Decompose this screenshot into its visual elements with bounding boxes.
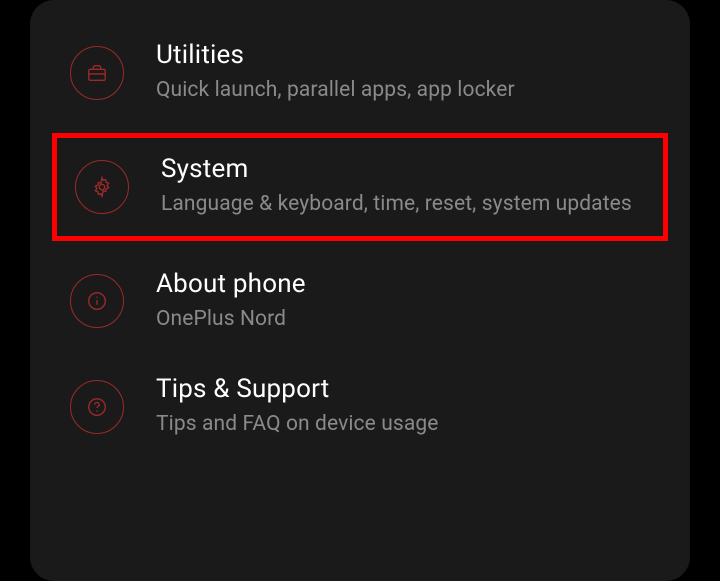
settings-item-tips-support[interactable]: Tips & Support Tips and FAQ on device us… <box>30 354 690 459</box>
settings-panel: Utilities Quick launch, parallel apps, a… <box>30 0 690 581</box>
settings-item-utilities[interactable]: Utilities Quick launch, parallel apps, a… <box>30 20 690 125</box>
help-icon <box>70 380 124 434</box>
settings-item-text: Tips & Support Tips and FAQ on device us… <box>156 374 438 439</box>
settings-item-subtitle: Tips and FAQ on device usage <box>156 410 438 439</box>
settings-item-text: System Language & keyboard, time, reset,… <box>161 154 632 219</box>
settings-item-system[interactable]: System Language & keyboard, time, reset,… <box>52 133 668 240</box>
settings-item-subtitle: Quick launch, parallel apps, app locker <box>156 76 515 105</box>
settings-item-text: About phone OnePlus Nord <box>156 269 306 334</box>
settings-item-about-phone[interactable]: About phone OnePlus Nord <box>30 249 690 354</box>
settings-item-subtitle: OnePlus Nord <box>156 305 306 334</box>
gear-icon <box>75 160 129 214</box>
settings-item-title: About phone <box>156 269 306 299</box>
toolbox-icon <box>70 46 124 100</box>
settings-item-text: Utilities Quick launch, parallel apps, a… <box>156 40 515 105</box>
settings-item-subtitle: Language & keyboard, time, reset, system… <box>161 190 632 219</box>
info-icon <box>70 274 124 328</box>
settings-item-title: Utilities <box>156 40 515 70</box>
settings-item-title: Tips & Support <box>156 374 438 404</box>
settings-item-title: System <box>161 154 632 184</box>
